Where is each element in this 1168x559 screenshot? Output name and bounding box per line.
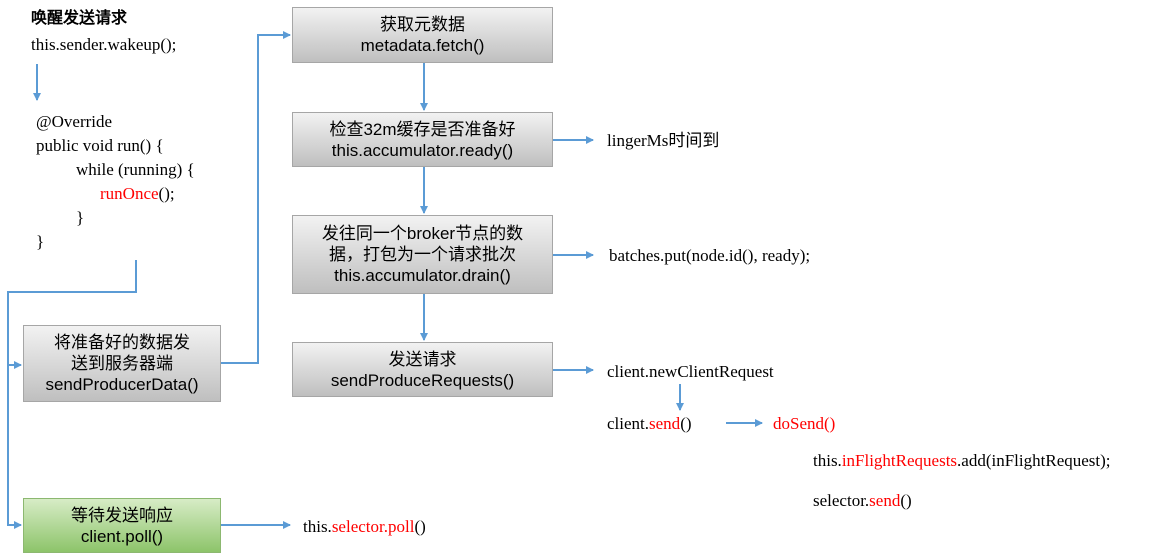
accumulator-drain-box: 发往同一个broker节点的数 据，打包为一个请求批次 this.accumulat… bbox=[292, 215, 553, 294]
run-once: runOnce bbox=[100, 184, 159, 203]
highlight: selector.poll bbox=[331, 517, 415, 536]
box-label: this.accumulator.ready() bbox=[331, 140, 514, 160]
box-label: 获取元数据 bbox=[380, 15, 465, 34]
box-label: 将准备好的数据发 bbox=[54, 333, 190, 352]
code-line: runOnce(); bbox=[100, 185, 175, 202]
text: .add(inFlightRequest); bbox=[957, 451, 1111, 470]
code-line: public void run() { bbox=[36, 136, 164, 155]
box-label: sendProduceRequests() bbox=[330, 370, 515, 390]
box-label: 送到服务器端 bbox=[71, 354, 173, 373]
box-label: metadata.fetch() bbox=[360, 36, 485, 55]
text: () bbox=[680, 414, 692, 433]
text: () bbox=[900, 491, 912, 510]
batches-note: batches.put(node.id(), ready); bbox=[609, 246, 811, 265]
code-suffix: (); bbox=[158, 184, 175, 203]
box-label: this.accumulator.drain() bbox=[334, 266, 511, 285]
client-send-note: client.send() bbox=[607, 415, 692, 432]
new-client-request-note: client.newClientRequest bbox=[607, 362, 774, 381]
text: this. bbox=[813, 451, 842, 470]
accumulator-ready-box: 检查32m缓存是否准备好 this.accumulator.ready() bbox=[292, 112, 553, 167]
selector-poll-note: this.selector.poll() bbox=[303, 518, 426, 535]
inflight-note: this.inFlightRequests.add(inFlightReques… bbox=[813, 452, 1111, 469]
code-line: while (running) { bbox=[76, 160, 195, 179]
arrow-run-to-poll bbox=[7, 365, 22, 529]
box-label: 发送请求 bbox=[388, 349, 457, 369]
code-line: @Override bbox=[36, 112, 113, 131]
box-label: sendProducerData() bbox=[45, 375, 199, 394]
box-label: 检查32m缓存是否准备好 bbox=[329, 119, 516, 139]
fetch-metadata-box: 获取元数据 metadata.fetch() bbox=[292, 7, 553, 63]
box-label: client.poll() bbox=[80, 526, 164, 546]
send-producer-data-box: 将准备好的数据发 送到服务器端 sendProducerData() bbox=[23, 325, 221, 402]
client-poll-box: 等待发送响应 client.poll() bbox=[23, 498, 221, 553]
connectors bbox=[7, 31, 763, 529]
box-label: 等待发送响应 bbox=[71, 505, 173, 525]
highlight: send bbox=[649, 414, 681, 433]
send-requests-box: 发送请求 sendProduceRequests() bbox=[292, 342, 553, 397]
highlight: send bbox=[869, 491, 901, 510]
linger-note: lingerMs时间到 bbox=[607, 131, 720, 150]
do-send-note: doSend() bbox=[773, 414, 836, 433]
diagram-canvas: 唤醒发送请求 this.sender.wakeup(); @Override p… bbox=[0, 0, 1168, 559]
text: client. bbox=[607, 414, 650, 433]
selector-send-note: selector.send() bbox=[813, 492, 912, 509]
arrow-producer-to-fetch bbox=[221, 31, 291, 364]
text: () bbox=[414, 517, 426, 536]
box-label: 发往同一个broker节点的数 bbox=[321, 224, 524, 243]
code-line: } bbox=[76, 208, 85, 227]
text: selector. bbox=[813, 491, 870, 510]
box-label: 据，打包为一个请求批次 bbox=[329, 245, 516, 264]
text: this. bbox=[303, 517, 332, 536]
wakeup-title: 唤醒发送请求 bbox=[31, 8, 128, 27]
wakeup-call: this.sender.wakeup(); bbox=[31, 35, 177, 54]
highlight: inFlightRequests bbox=[841, 451, 958, 470]
code-line: } bbox=[36, 232, 45, 251]
